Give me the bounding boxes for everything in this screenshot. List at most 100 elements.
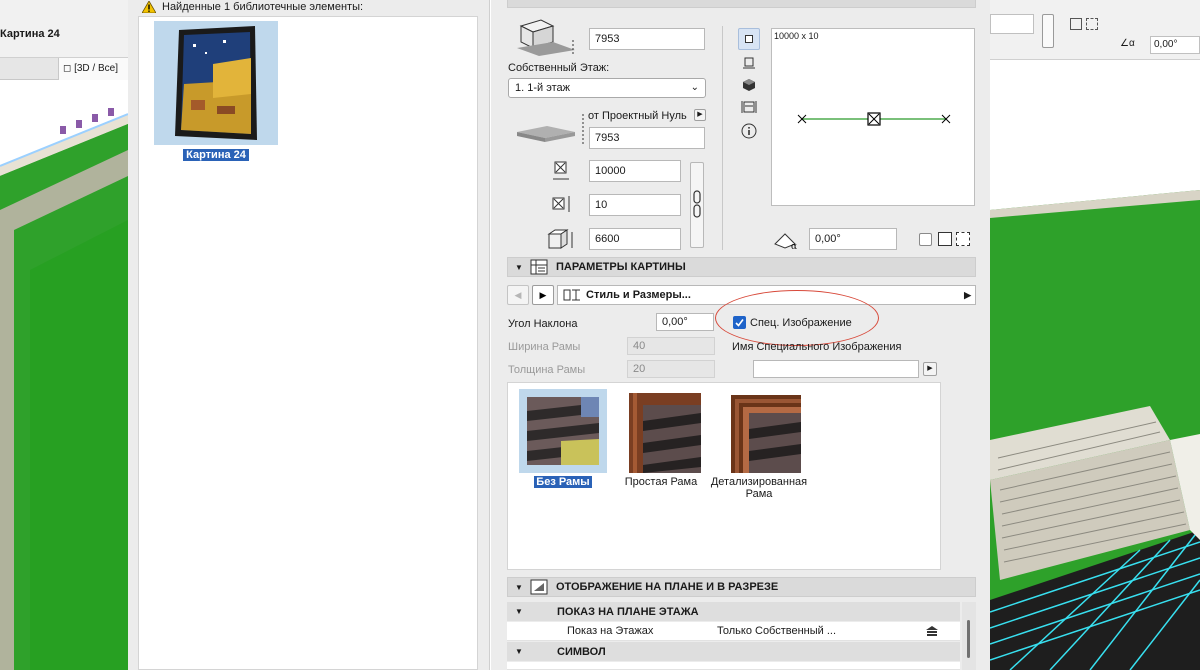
frame-option-simple[interactable]: Простая Рама	[611, 389, 711, 488]
painting-thumbnail-icon	[175, 26, 257, 140]
collapse-triangle-icon: ▼	[515, 607, 523, 616]
detailed-frame-thumbnail-icon	[731, 395, 801, 473]
frame-option-thumbnail	[715, 389, 803, 473]
section-preview-positioning-header[interactable]	[507, 0, 976, 8]
angle-icon: ∠α	[1120, 38, 1135, 49]
params-grid-icon	[530, 259, 548, 275]
custom-image-name-field[interactable]	[753, 360, 919, 378]
section-view-icon[interactable]	[738, 52, 760, 74]
previous-page-button[interactable]: ◀	[507, 285, 529, 305]
viewport-3d-right[interactable]: ∠α 0,00°	[990, 0, 1200, 670]
style-size-icon	[563, 289, 580, 301]
custom-image-name-label: Имя Специального Изображения	[732, 341, 902, 353]
elevation-field[interactable]: 7953	[589, 28, 705, 50]
depth-icon	[552, 196, 570, 212]
collapse-triangle-icon: ▼	[515, 262, 523, 272]
home-story-label: Собственный Этаж:	[508, 62, 610, 74]
no-frame-thumbnail-icon	[527, 397, 599, 465]
frame-option-none[interactable]: Без Рамы	[513, 389, 613, 488]
show-on-stories-label: Показ на Этажах	[567, 625, 654, 637]
library-item-label: Картина 24	[183, 149, 249, 161]
mirror-checkbox[interactable]	[919, 233, 932, 246]
symbol-group-title: СИМВОЛ	[557, 645, 606, 658]
proportion-lock-chain-icon[interactable]	[690, 162, 704, 248]
plan-section-icon	[530, 579, 548, 595]
depth-field[interactable]: 10	[589, 194, 681, 216]
section-picture-params-header[interactable]: ▼ ПАРАМЕТРЫ КАРТИНЫ	[507, 257, 976, 277]
tilt-angle-field[interactable]: 0,00°	[656, 313, 714, 331]
viewport-toolbar-right: ∠α 0,00°	[990, 0, 1200, 60]
library-items-list[interactable]: Картина 24	[138, 16, 478, 670]
tilt-angle-label: Угол Наклона	[508, 318, 578, 330]
width-field[interactable]: 10000	[589, 160, 681, 182]
browse-arrow-icon[interactable]: ▶	[923, 362, 937, 376]
viewport-element-title: Картина 24	[0, 28, 60, 40]
found-elements-label: Найденные 1 библиотечные элементы:	[162, 1, 364, 13]
width-icon	[553, 161, 569, 180]
simple-frame-thumbnail-icon	[629, 393, 701, 473]
stories-icon	[926, 626, 938, 636]
elevation-view-icon[interactable]	[738, 96, 760, 118]
next-page-button[interactable]: ▶	[532, 285, 554, 305]
section-picture-params-title: ПАРАМЕТРЫ КАРТИНЫ	[556, 261, 686, 273]
anchor-icon[interactable]	[1070, 18, 1082, 30]
project-zero-elevation-icon	[517, 114, 584, 146]
3d-view-icon[interactable]	[738, 74, 760, 96]
viewport-toolbar-left: Картина 24	[0, 0, 128, 58]
angle-field[interactable]: 0,00°	[1150, 36, 1200, 54]
height-icon	[547, 229, 573, 249]
object-preview: 10000 x 10	[771, 28, 975, 206]
frame-option-label: Простая Рама	[624, 476, 698, 488]
viewport-3d-left[interactable]: Картина 24 ◻ [3D / Все]	[0, 0, 128, 670]
section-plan-display-title: ОТОБРАЖЕНИЕ НА ПЛАНЕ И В РАЗРЕЗЕ	[556, 581, 779, 593]
link-chain-icon[interactable]	[1042, 14, 1054, 48]
settings-pane: 7953 Собственный Этаж: 1. 1-й этаж ⌄ от …	[491, 0, 990, 670]
tab-3d-all[interactable]: ◻ [3D / Все]	[58, 58, 128, 80]
show-on-stories-row[interactable]: Показ на Этажах Только Собственный ...	[507, 622, 960, 641]
project-zero-field[interactable]: 7953	[589, 127, 705, 149]
section-plan-display-header[interactable]: ▼ ОТОБРАЖЕНИЕ НА ПЛАНЕ И В РАЗРЕЗЕ	[507, 577, 976, 597]
building-3d-right	[990, 60, 1200, 670]
svg-text:α: α	[791, 242, 797, 250]
preview-dimension-label: 10000 x 10	[774, 31, 819, 41]
floor-plan-display-title: ПОКАЗ НА ПЛАНЕ ЭТАЖА	[557, 605, 699, 618]
frame-option-label: Без Рамы	[534, 476, 592, 488]
frame-width-label: Ширина Рамы	[508, 341, 581, 353]
frame-option-thumbnail	[617, 389, 705, 473]
show-on-stories-value: Только Собственный ...	[717, 625, 837, 637]
frame-option-detailed[interactable]: Детализированная Рама	[709, 389, 809, 500]
scrollbar[interactable]	[962, 602, 976, 670]
library-pane: Найденные 1 библиотечные элементы: Карти…	[128, 0, 490, 670]
viewport-tab-row: ◻ [3D / Все]	[0, 58, 128, 80]
warning-icon	[142, 1, 156, 13]
anchor-point-icon[interactable]	[938, 232, 952, 246]
collapse-triangle-icon: ▼	[515, 582, 523, 592]
found-elements-row: Найденные 1 библиотечные элементы:	[142, 0, 363, 14]
project-zero-label: от Проектный Нуль	[588, 110, 687, 122]
style-size-label: Стиль и Размеры...	[586, 289, 691, 301]
info-icon[interactable]	[738, 120, 760, 142]
library-item[interactable]: Картина 24	[153, 21, 279, 161]
toolbar-field[interactable]	[990, 14, 1034, 34]
collapse-triangle-icon: ▼	[515, 647, 523, 656]
plan-view-icon[interactable]	[738, 28, 760, 50]
frame-thickness-field[interactable]: 20	[627, 360, 715, 378]
home-story-dropdown[interactable]: 1. 1-й этаж ⌄	[508, 78, 706, 98]
building-3d-left	[0, 108, 128, 670]
symbol-group[interactable]: ▼ СИМВОЛ	[507, 642, 960, 661]
plan-symbol-preview	[797, 112, 951, 126]
divider	[722, 26, 723, 250]
frame-type-gallery[interactable]: Без Рамы Простая Рама Детализированная Р…	[507, 382, 941, 570]
play-arrow-icon[interactable]: ▶	[694, 109, 706, 121]
frame-option-label: Детализированная Рама	[710, 476, 808, 500]
frame-width-field[interactable]: 40	[627, 337, 715, 355]
anchor-alt-icon[interactable]	[1086, 18, 1098, 30]
height-field[interactable]: 6600	[589, 228, 681, 250]
symbol-row-partial[interactable]	[507, 662, 960, 670]
scrollbar-thumb[interactable]	[967, 620, 970, 658]
chevron-right-icon: ▶	[964, 289, 971, 300]
anchor-point-alt-icon[interactable]	[956, 232, 970, 246]
floor-plan-display-group[interactable]: ▼ ПОКАЗ НА ПЛАНЕ ЭТАЖА	[507, 602, 960, 621]
rotation-angle-field[interactable]: 0,00°	[809, 228, 897, 250]
chevron-down-icon: ⌄	[690, 82, 699, 93]
